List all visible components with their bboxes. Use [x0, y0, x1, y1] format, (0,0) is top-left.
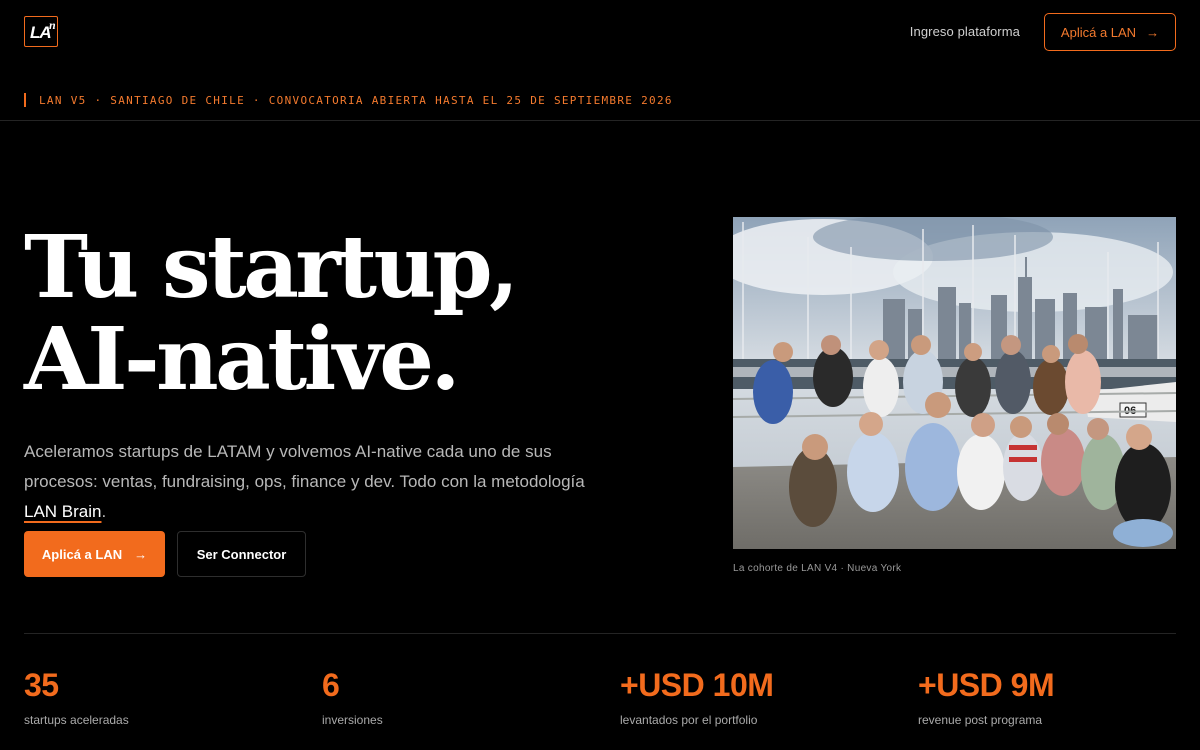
apply-button[interactable]: Aplicá a LAN → [24, 531, 165, 577]
stat-investments: 6 inversiones [322, 665, 383, 727]
announcement-text: LAN V5 · SANTIAGO DE CHILE · CONVOCATORI… [39, 93, 673, 107]
stat-value: 35 [24, 667, 59, 703]
announcement-accent-bar [24, 93, 26, 107]
lan-logo[interactable]: LA n [24, 16, 58, 47]
apply-button-label: Aplicá a LAN [41, 546, 123, 562]
lan-brain-link[interactable]: LAN Brain [24, 502, 101, 521]
apply-header-button[interactable]: Aplicá a LAN → [1044, 13, 1176, 51]
stat-raised: +USD 10M levantados por el portfolio [620, 665, 774, 727]
hero-lead-text: Aceleramos startups de LATAM y volvemos … [24, 442, 585, 491]
stat-revenue: +USD 9M revenue post programa [918, 665, 1055, 727]
connector-button-label: Ser Connector [196, 546, 287, 562]
stat-value: +USD 9M [918, 667, 1055, 703]
header-divider [0, 120, 1200, 121]
stat-label: revenue post programa [918, 713, 1043, 727]
hero-lead: Aceleramos startups de LATAM y volvemos … [24, 437, 594, 527]
connector-button[interactable]: Ser Connector [177, 531, 306, 577]
hero-title: Tu startup, AI-native. [24, 217, 519, 410]
stat-value: 6 [322, 667, 340, 703]
hero-title-line-2: AI-native. [24, 309, 460, 410]
announcement-bar: LAN V5 · SANTIAGO DE CHILE · CONVOCATORI… [24, 92, 673, 108]
stat-label: levantados por el portfolio [620, 713, 758, 727]
login-link[interactable]: Ingreso plataforma [910, 24, 1020, 39]
stat-label: inversiones [322, 713, 383, 727]
site-header: LA n Ingreso plataforma Aplicá a LAN → [0, 0, 1200, 64]
stat-startups: 35 startups aceleradas [24, 665, 129, 727]
apply-header-label: Aplicá a LAN [1060, 24, 1137, 40]
hero-lead-end: . [101, 502, 107, 521]
arrow-right-icon: → [134, 546, 148, 562]
logo-superscript: n [49, 18, 56, 32]
hero-title-line-1: Tu startup, [24, 217, 519, 318]
stat-value: +USD 10M [620, 667, 774, 703]
stat-label: startups aceleradas [24, 713, 129, 727]
photo-caption: La cohorte de LAN V4 · Nueva York [733, 563, 902, 574]
cohort-photo: 06 [733, 217, 1176, 549]
arrow-right-icon: → [1146, 24, 1160, 40]
stats-divider [24, 633, 1176, 634]
logo-text: LA [30, 23, 52, 42]
